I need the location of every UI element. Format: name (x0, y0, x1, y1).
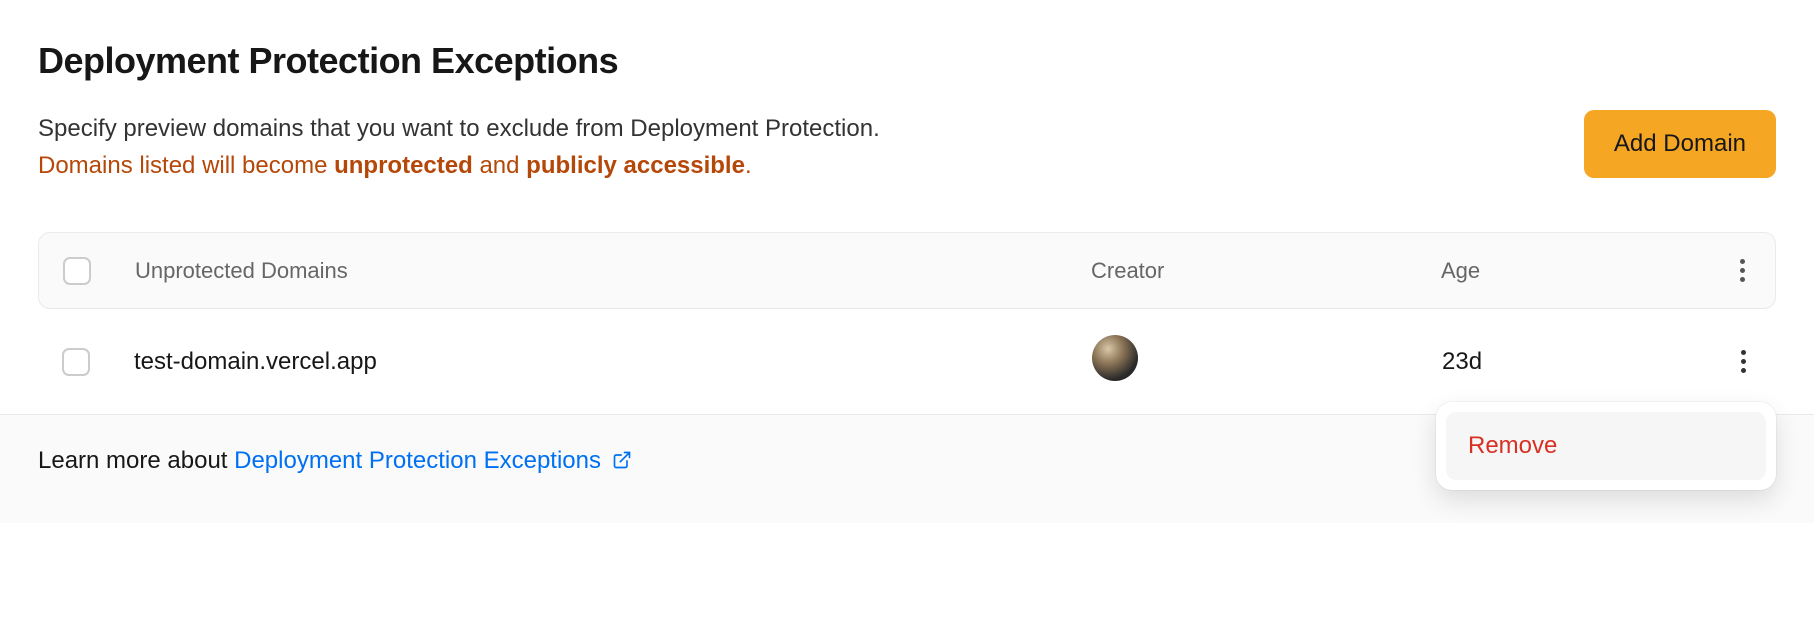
row-checkbox[interactable] (62, 348, 90, 376)
warning-prefix: Domains listed will become (38, 152, 334, 179)
row-actions-popover: Remove (1436, 402, 1776, 490)
column-header-creator: Creator (1091, 258, 1441, 284)
warning-public: publicly accessible (526, 152, 745, 179)
warning-unprotected: unprotected (334, 152, 473, 179)
add-domain-button[interactable]: Add Domain (1584, 110, 1776, 178)
select-all-checkbox[interactable] (63, 257, 91, 285)
remove-menu-item[interactable]: Remove (1446, 412, 1766, 480)
learn-more-link-text: Deployment Protection Exceptions (234, 447, 601, 474)
creator-avatar (1092, 335, 1138, 381)
warning-mid: and (473, 152, 526, 179)
column-header-age: Age (1441, 258, 1691, 284)
row-actions-menu-button[interactable] (1735, 344, 1752, 379)
learn-more-link[interactable]: Deployment Protection Exceptions (234, 447, 632, 474)
page-title: Deployment Protection Exceptions (38, 40, 1776, 82)
external-link-icon (612, 450, 632, 470)
table-header-row: Unprotected Domains Creator Age (38, 232, 1776, 309)
warning-text: Domains listed will become unprotected a… (38, 147, 880, 184)
column-header-domain: Unprotected Domains (135, 258, 1091, 284)
footer-prefix: Learn more about (38, 447, 234, 474)
row-age: 23d (1442, 348, 1692, 376)
row-domain: test-domain.vercel.app (134, 348, 1092, 376)
header-actions-menu-button[interactable] (1734, 253, 1751, 288)
page-description: Specify preview domains that you want to… (38, 110, 880, 147)
domains-table: Unprotected Domains Creator Age test-dom… (38, 232, 1776, 414)
table-row: test-domain.vercel.app 23d (38, 309, 1776, 414)
warning-suffix: . (745, 152, 752, 179)
